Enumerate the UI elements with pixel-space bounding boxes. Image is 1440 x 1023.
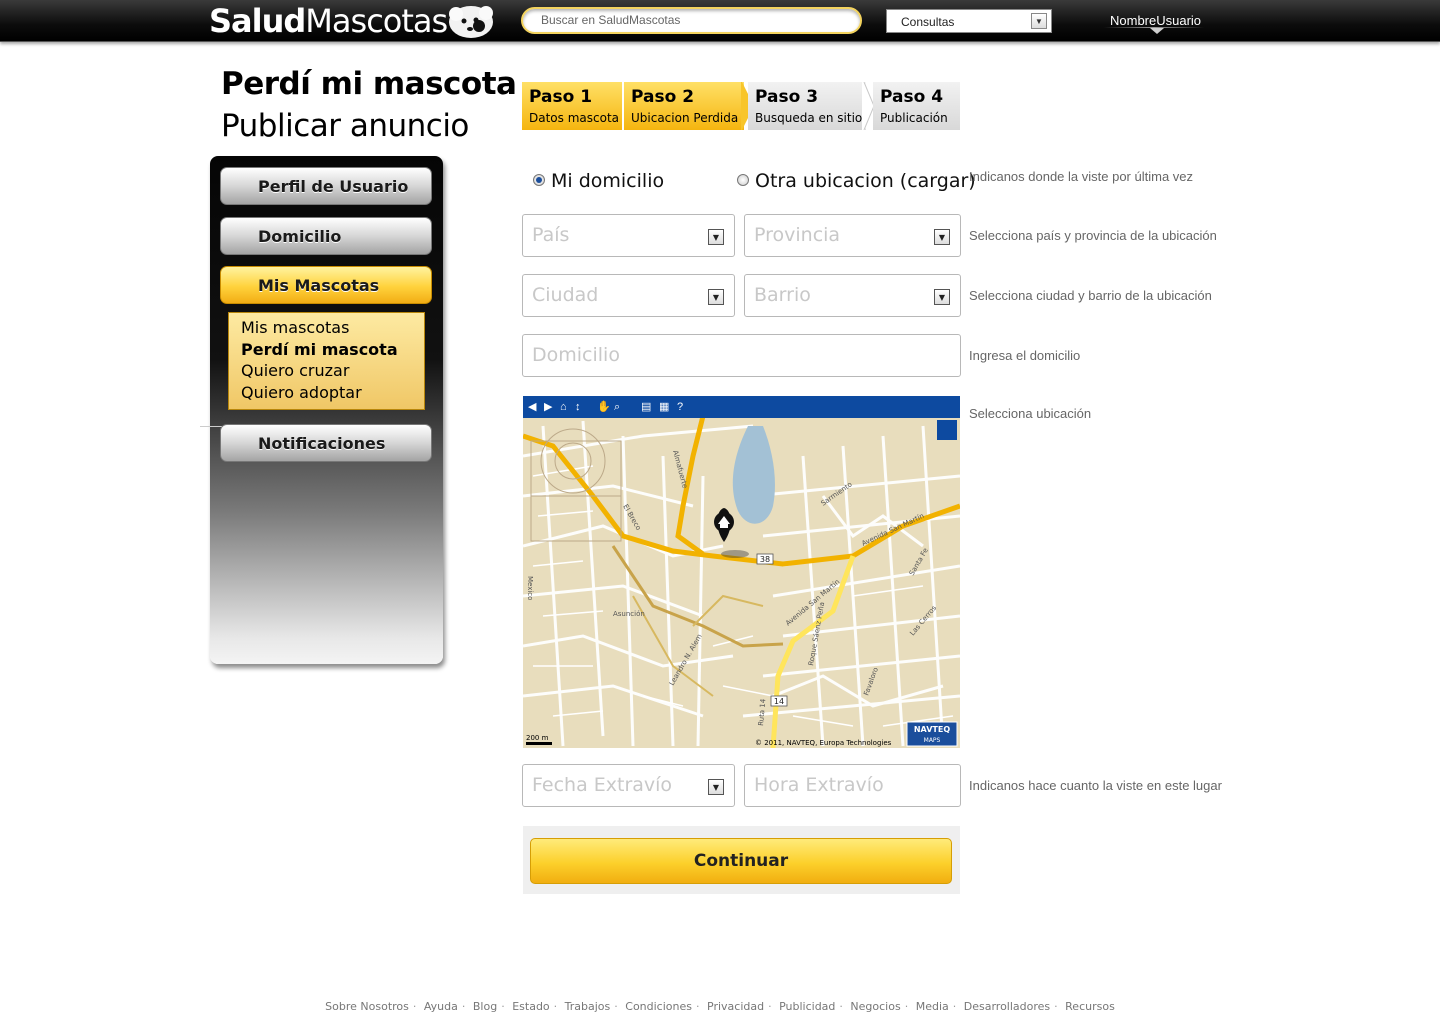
footer-link[interactable]: Recursos xyxy=(1065,1000,1115,1013)
step-3: Paso 3 Busqueda en sitio xyxy=(748,82,866,130)
chevron-down-icon[interactable]: ▼ xyxy=(708,779,724,795)
footer-link[interactable]: Privacidad xyxy=(707,1000,764,1013)
map-toolbar xyxy=(523,396,960,418)
page-title: Perdí mi mascota xyxy=(221,66,517,102)
arrow-right-icon[interactable]: ▶ xyxy=(544,402,552,413)
logo[interactable]: SaludMascotas xyxy=(209,2,448,40)
chevron-down-icon[interactable]: ▼ xyxy=(934,289,950,305)
chevron-down-icon[interactable]: ▼ xyxy=(1031,13,1047,29)
map-route-38: 38 xyxy=(760,555,770,564)
print-icon[interactable]: ▦ xyxy=(659,402,669,413)
radio-mi-domicilio[interactable]: Mi domicilio xyxy=(533,170,664,192)
help-ciudad: Selecciona ciudad y barrio de la ubicaci… xyxy=(969,288,1212,303)
location-map[interactable]: 38 14 Avenida San Martín Avenida San Mar… xyxy=(523,396,960,748)
continue-button[interactable]: Continuar xyxy=(530,838,952,884)
submenu-item-quiero-adoptar[interactable]: Quiero adoptar xyxy=(241,382,424,404)
chevron-down-icon[interactable]: ▼ xyxy=(934,229,950,245)
radio-selected-icon[interactable] xyxy=(533,174,545,186)
sidebar-item-notificaciones[interactable]: Notificaciones xyxy=(220,424,432,462)
arrow-left-icon[interactable]: ◀ xyxy=(528,402,536,413)
category-select[interactable]: Consultas ▼ xyxy=(886,9,1052,33)
page-subtitle: Publicar anuncio xyxy=(221,108,469,144)
sidebar-item-domicilio[interactable]: Domicilio xyxy=(220,217,432,255)
user-menu[interactable]: NombreUsuario xyxy=(1110,13,1201,28)
map-route-14: 14 xyxy=(774,697,784,706)
layers-icon[interactable]: ▤ xyxy=(641,402,651,413)
help-map: Selecciona ubicación xyxy=(969,406,1092,421)
sidebar-submenu: Mis mascotas Perdí mi mascota Quiero cru… xyxy=(228,312,425,410)
step-4: Paso 4 Publicación xyxy=(873,82,960,130)
help-pais: Selecciona país y provincia de la ubicac… xyxy=(969,228,1217,243)
map-street-label: Asunción xyxy=(613,610,645,618)
chevron-down-icon[interactable]: ▼ xyxy=(708,229,724,245)
map-scale: 200 m xyxy=(526,734,549,742)
navteq-logo-sub: MAPS xyxy=(924,737,941,744)
step-1: Paso 1 Datos mascota xyxy=(522,82,622,130)
radio-otra-ubicacion[interactable]: Otra ubicacion (cargar) xyxy=(737,170,976,192)
home-icon[interactable]: ⌂ xyxy=(560,402,567,413)
hand-icon[interactable]: ✋ xyxy=(597,402,611,413)
footer-link[interactable]: Negocios xyxy=(850,1000,900,1013)
footer-link[interactable]: Estado xyxy=(512,1000,549,1013)
barrio-select[interactable]: Barrio ▼ xyxy=(744,274,961,317)
fecha-select[interactable]: Fecha Extravío ▼ xyxy=(522,764,735,807)
hora-input[interactable]: Hora Extravío xyxy=(744,764,961,807)
help-fecha: Indicanos hace cuanto la viste en este l… xyxy=(969,778,1222,793)
map-copyright: © 2011, NAVTEQ, Europa Technologies xyxy=(755,739,892,747)
sidebar-item-perfil[interactable]: Perfil de Usuario xyxy=(220,167,432,205)
zoom-icon[interactable]: ⌕ xyxy=(614,402,620,413)
user-caret-icon[interactable] xyxy=(1150,28,1164,34)
footer-link[interactable]: Condiciones xyxy=(625,1000,692,1013)
footer-link[interactable]: Media xyxy=(916,1000,949,1013)
help-ubicacion: Indicanos donde la viste por última vez xyxy=(969,169,1194,184)
step-2: Paso 2 Ubicacion Perdida xyxy=(624,82,744,130)
search-input[interactable]: Buscar en SaludMascotas xyxy=(521,7,862,34)
footer-link[interactable]: Trabajos xyxy=(565,1000,611,1013)
map-canvas[interactable]: 38 14 Avenida San Martín Avenida San Mar… xyxy=(523,396,960,748)
navteq-logo: NAVTEQ xyxy=(914,725,950,734)
pin-icon[interactable]: ↕ xyxy=(575,402,581,413)
footer: Sobre Nosotros · Ayuda · Blog · Estado · Tra… xyxy=(325,1000,1115,1013)
chevron-down-icon[interactable]: ▼ xyxy=(708,289,724,305)
ciudad-select[interactable]: Ciudad ▼ xyxy=(522,274,735,317)
map-street-label: Mexico xyxy=(526,576,534,600)
radio-empty-icon[interactable] xyxy=(737,174,749,186)
domicilio-input[interactable]: Domicilio xyxy=(522,334,961,377)
footer-link[interactable]: Ayuda xyxy=(424,1000,458,1013)
help-domicilio: Ingresa el domicilio xyxy=(969,348,1081,363)
submenu-item-quiero-cruzar[interactable]: Quiero cruzar xyxy=(241,360,424,382)
provincia-select[interactable]: Provincia ▼ xyxy=(744,214,961,257)
dog-logo-icon xyxy=(449,6,493,38)
footer-link[interactable]: Publicidad xyxy=(779,1000,835,1013)
submenu-item-perdi-mi-mascota[interactable]: Perdí mi mascota xyxy=(241,339,424,361)
footer-link[interactable]: Blog xyxy=(473,1000,497,1013)
footer-link[interactable]: Sobre Nosotros xyxy=(325,1000,409,1013)
footer-link[interactable]: Desarrolladores xyxy=(964,1000,1050,1013)
submenu-item-mis-mascotas[interactable]: Mis mascotas xyxy=(241,317,424,339)
sidebar-item-mis-mascotas[interactable]: Mis Mascotas xyxy=(220,266,432,304)
help-icon[interactable]: ? xyxy=(677,402,683,413)
pais-select[interactable]: País ▼ xyxy=(522,214,735,257)
